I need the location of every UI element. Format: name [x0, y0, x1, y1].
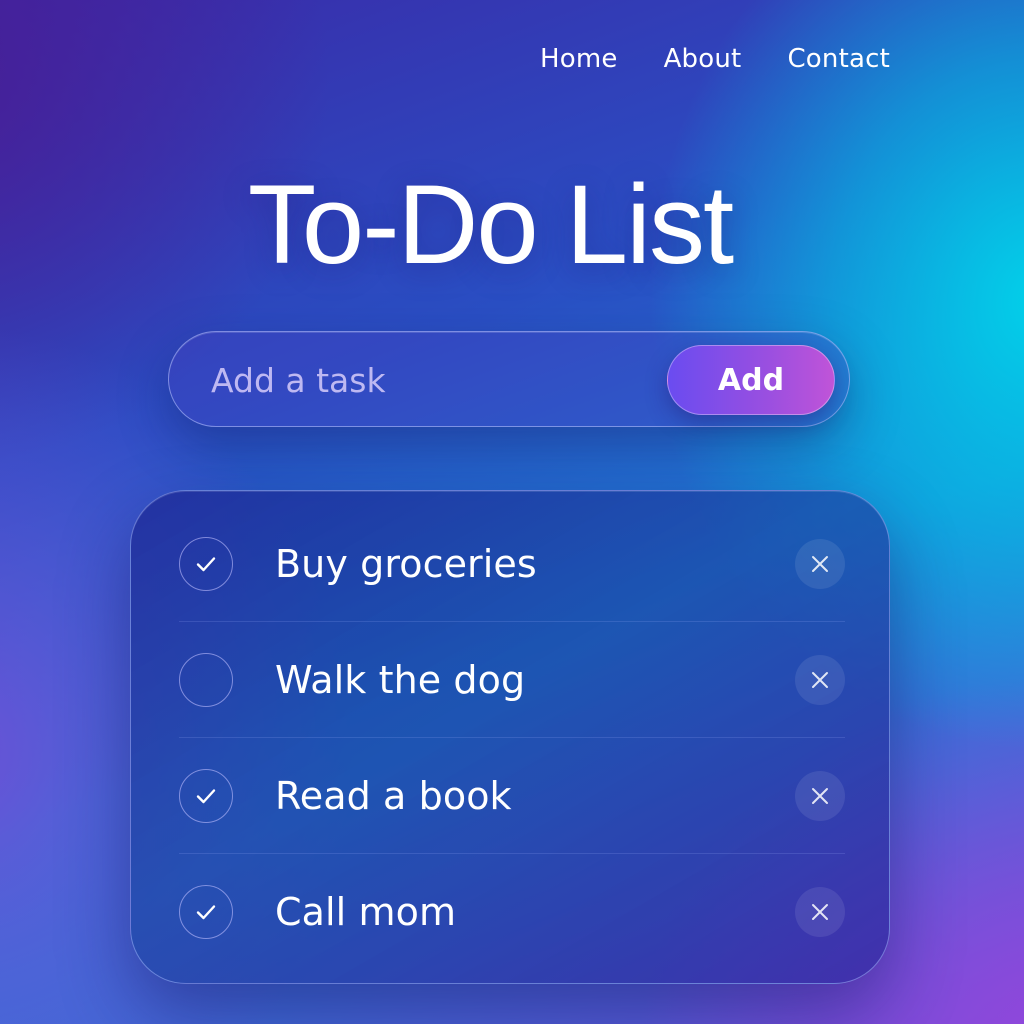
add-button[interactable]: Add: [667, 345, 835, 415]
page-title: To-Do List: [247, 162, 734, 287]
delete-task-button[interactable]: [795, 538, 845, 589]
close-icon: [812, 787, 828, 804]
task-checkbox[interactable]: [179, 652, 233, 707]
nav-link-contact[interactable]: Contact: [787, 44, 890, 74]
delete-task-button[interactable]: [795, 654, 845, 705]
nav-link-about[interactable]: About: [664, 44, 742, 74]
check-icon: [196, 556, 216, 571]
delete-task-button[interactable]: [795, 770, 845, 821]
nav-link-home[interactable]: Home: [540, 44, 618, 74]
task-checkbox[interactable]: [179, 536, 233, 591]
delete-task-button[interactable]: [795, 886, 845, 937]
close-icon: [812, 555, 828, 572]
close-icon: [812, 903, 828, 920]
task-input[interactable]: [209, 352, 653, 408]
task-item: Buy groceries: [179, 506, 845, 622]
task-label: Read a book: [275, 773, 512, 818]
task-item: Call mom: [179, 854, 845, 969]
task-item: Walk the dog: [179, 622, 845, 738]
task-checkbox[interactable]: [179, 768, 233, 823]
close-icon: [812, 671, 828, 688]
add-task-bar: Add: [168, 331, 850, 427]
check-icon: [196, 904, 216, 919]
task-label: Buy groceries: [275, 541, 537, 586]
task-label: Call mom: [275, 889, 457, 934]
check-icon: [196, 788, 216, 803]
task-list: Buy groceries Walk the dog Read a book C…: [130, 490, 890, 984]
task-label: Walk the dog: [275, 657, 526, 702]
top-nav: Home About Contact: [540, 44, 890, 74]
task-checkbox[interactable]: [179, 884, 233, 939]
task-item: Read a book: [179, 738, 845, 854]
